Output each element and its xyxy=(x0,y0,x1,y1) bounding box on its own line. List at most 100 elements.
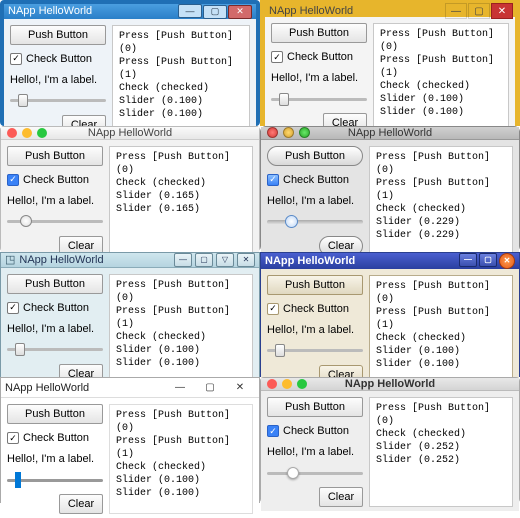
controls-column: Push Button✓Check ButtonHello!, I'm a la… xyxy=(271,23,367,133)
push-button[interactable]: Push Button xyxy=(7,404,103,424)
log-textview[interactable]: Press [Push Button] (0)Press [Push Butto… xyxy=(109,274,253,384)
slider[interactable] xyxy=(267,465,363,481)
checkbox-icon[interactable]: ✓ xyxy=(267,303,279,315)
close-icon[interactable]: ✕ xyxy=(228,5,252,19)
log-line: Press [Push Button] (1) xyxy=(116,435,246,461)
slider-thumb[interactable] xyxy=(20,215,32,227)
check-button[interactable]: ✓Check Button xyxy=(267,172,363,188)
clear-button[interactable]: Clear xyxy=(319,487,363,507)
check-button[interactable]: ✓Check Button xyxy=(267,301,363,317)
zoom-icon[interactable] xyxy=(37,128,47,138)
restore-icon[interactable]: ▽ xyxy=(216,253,234,267)
close-icon[interactable]: ✕ xyxy=(499,253,515,269)
minimize-icon[interactable] xyxy=(283,127,294,138)
slider-track[interactable] xyxy=(10,99,106,102)
maximize-icon[interactable]: ▢ xyxy=(195,378,225,398)
minimize-icon[interactable]: — xyxy=(445,3,467,19)
close-icon[interactable]: ✕ xyxy=(491,3,513,19)
push-button[interactable]: Push Button xyxy=(267,146,363,166)
checkbox-icon[interactable]: ✓ xyxy=(10,53,22,65)
window-buttons: —▢▽✕ xyxy=(174,253,255,267)
checkbox-icon[interactable]: ✓ xyxy=(7,432,19,444)
slider[interactable] xyxy=(7,214,103,230)
check-button[interactable]: ✓Check Button xyxy=(7,300,103,316)
push-button[interactable]: Push Button xyxy=(267,275,363,295)
controls-column: Push Button✓Check ButtonHello!, I'm a la… xyxy=(267,275,363,385)
log-textview[interactable]: Press [Push Button] (0)Check (checked)Sl… xyxy=(109,146,253,256)
minimize-icon[interactable]: — xyxy=(174,253,192,267)
titlebar[interactable]: NApp HelloWorld xyxy=(261,378,519,391)
log-line: Slider (0.100) xyxy=(380,106,502,119)
slider-track[interactable] xyxy=(267,472,363,475)
slider[interactable] xyxy=(10,93,106,109)
titlebar[interactable]: NApp HelloWorld—▢✕ xyxy=(261,253,519,269)
slider-thumb[interactable] xyxy=(15,472,21,488)
check-button[interactable]: ✓ Check Button xyxy=(271,49,367,65)
close-icon[interactable]: ✕ xyxy=(237,253,255,267)
slider[interactable] xyxy=(267,214,363,230)
minimize-icon[interactable]: — xyxy=(178,4,202,18)
log-line: Slider (0.252) xyxy=(376,454,506,467)
maximize-icon[interactable]: ▢ xyxy=(195,253,213,267)
push-button[interactable]: Push Button xyxy=(7,274,103,294)
checkbox-icon[interactable]: ✓ xyxy=(267,425,279,437)
slider-thumb[interactable] xyxy=(279,93,289,106)
zoom-icon[interactable] xyxy=(299,127,310,138)
push-button[interactable]: Push Button xyxy=(271,23,367,43)
slider-track[interactable] xyxy=(267,349,363,352)
close-icon[interactable] xyxy=(7,128,17,138)
log-line: Press [Push Button] (0) xyxy=(376,402,506,428)
minimize-icon[interactable] xyxy=(282,379,292,389)
log-textview[interactable]: Press [Push Button] (0)Press [Push Butto… xyxy=(109,404,253,514)
log-textview[interactable]: Press [Push Button] (0)Press [Push Butto… xyxy=(369,146,513,256)
log-textview[interactable]: Press [Push Button] (0)Press [Push Butto… xyxy=(369,275,513,385)
checkbox-icon[interactable]: ✓ xyxy=(7,174,19,186)
maximize-icon[interactable]: ▢ xyxy=(203,5,227,19)
check-button[interactable]: ✓Check Button xyxy=(10,51,106,67)
check-button[interactable]: ✓Check Button xyxy=(7,172,103,188)
minimize-icon[interactable]: — xyxy=(459,253,477,267)
slider-thumb[interactable] xyxy=(287,467,299,479)
close-icon[interactable] xyxy=(267,127,278,138)
slider[interactable] xyxy=(267,343,363,359)
slider-thumb[interactable] xyxy=(285,215,298,228)
minimize-icon[interactable] xyxy=(22,128,32,138)
slider-track[interactable] xyxy=(7,479,103,482)
clear-button[interactable]: Clear xyxy=(59,494,103,514)
titlebar[interactable]: NApp HelloWorld—▢✕ xyxy=(265,5,515,17)
checkbox-icon[interactable]: ✓ xyxy=(7,302,19,314)
check-button-label: Check Button xyxy=(287,51,353,63)
push-button[interactable]: Push Button xyxy=(7,146,103,166)
titlebar[interactable]: NApp HelloWorld xyxy=(261,127,519,140)
slider-thumb[interactable] xyxy=(15,343,25,356)
zoom-icon[interactable] xyxy=(297,379,307,389)
maximize-icon[interactable]: ▢ xyxy=(479,253,497,267)
slider[interactable] xyxy=(7,342,103,358)
client-area: Push Button✓Check ButtonHello!, I'm a la… xyxy=(1,268,259,388)
log-textview[interactable]: Press [Push Button] (0)Press [Push Butto… xyxy=(112,25,250,135)
minimize-icon[interactable]: — xyxy=(165,378,195,398)
titlebar[interactable]: ◳NApp HelloWorld—▢▽✕ xyxy=(1,253,259,268)
close-icon[interactable]: ✕ xyxy=(225,378,255,398)
slider[interactable] xyxy=(271,91,367,107)
log-textview[interactable]: Press [Push Button] (0)Check (checked)Sl… xyxy=(369,397,513,507)
slider-track[interactable] xyxy=(267,220,363,224)
checkbox-icon[interactable]: ✓ xyxy=(271,51,283,63)
slider-thumb[interactable] xyxy=(275,344,285,357)
check-button[interactable]: ✓Check Button xyxy=(267,423,363,439)
titlebar[interactable]: NApp HelloWorld xyxy=(1,127,259,140)
maximize-icon[interactable]: ▢ xyxy=(468,3,490,19)
slider-track[interactable] xyxy=(271,98,367,101)
slider-thumb[interactable] xyxy=(18,94,28,107)
check-button[interactable]: ✓Check Button xyxy=(7,430,103,446)
titlebar[interactable]: NApp HelloWorld—▢✕ xyxy=(1,378,259,398)
titlebar[interactable]: NApp HelloWorld—▢✕ xyxy=(4,4,256,19)
log-textview[interactable]: Press [Push Button] (0)Press [Push Butto… xyxy=(373,23,509,133)
checkbox-icon[interactable]: ✓ xyxy=(267,174,279,186)
close-icon[interactable] xyxy=(267,379,277,389)
push-button[interactable]: Push Button xyxy=(10,25,106,45)
slider-track[interactable] xyxy=(7,220,103,223)
slider-track[interactable] xyxy=(7,348,103,351)
slider[interactable] xyxy=(7,472,103,488)
push-button[interactable]: Push Button xyxy=(267,397,363,417)
